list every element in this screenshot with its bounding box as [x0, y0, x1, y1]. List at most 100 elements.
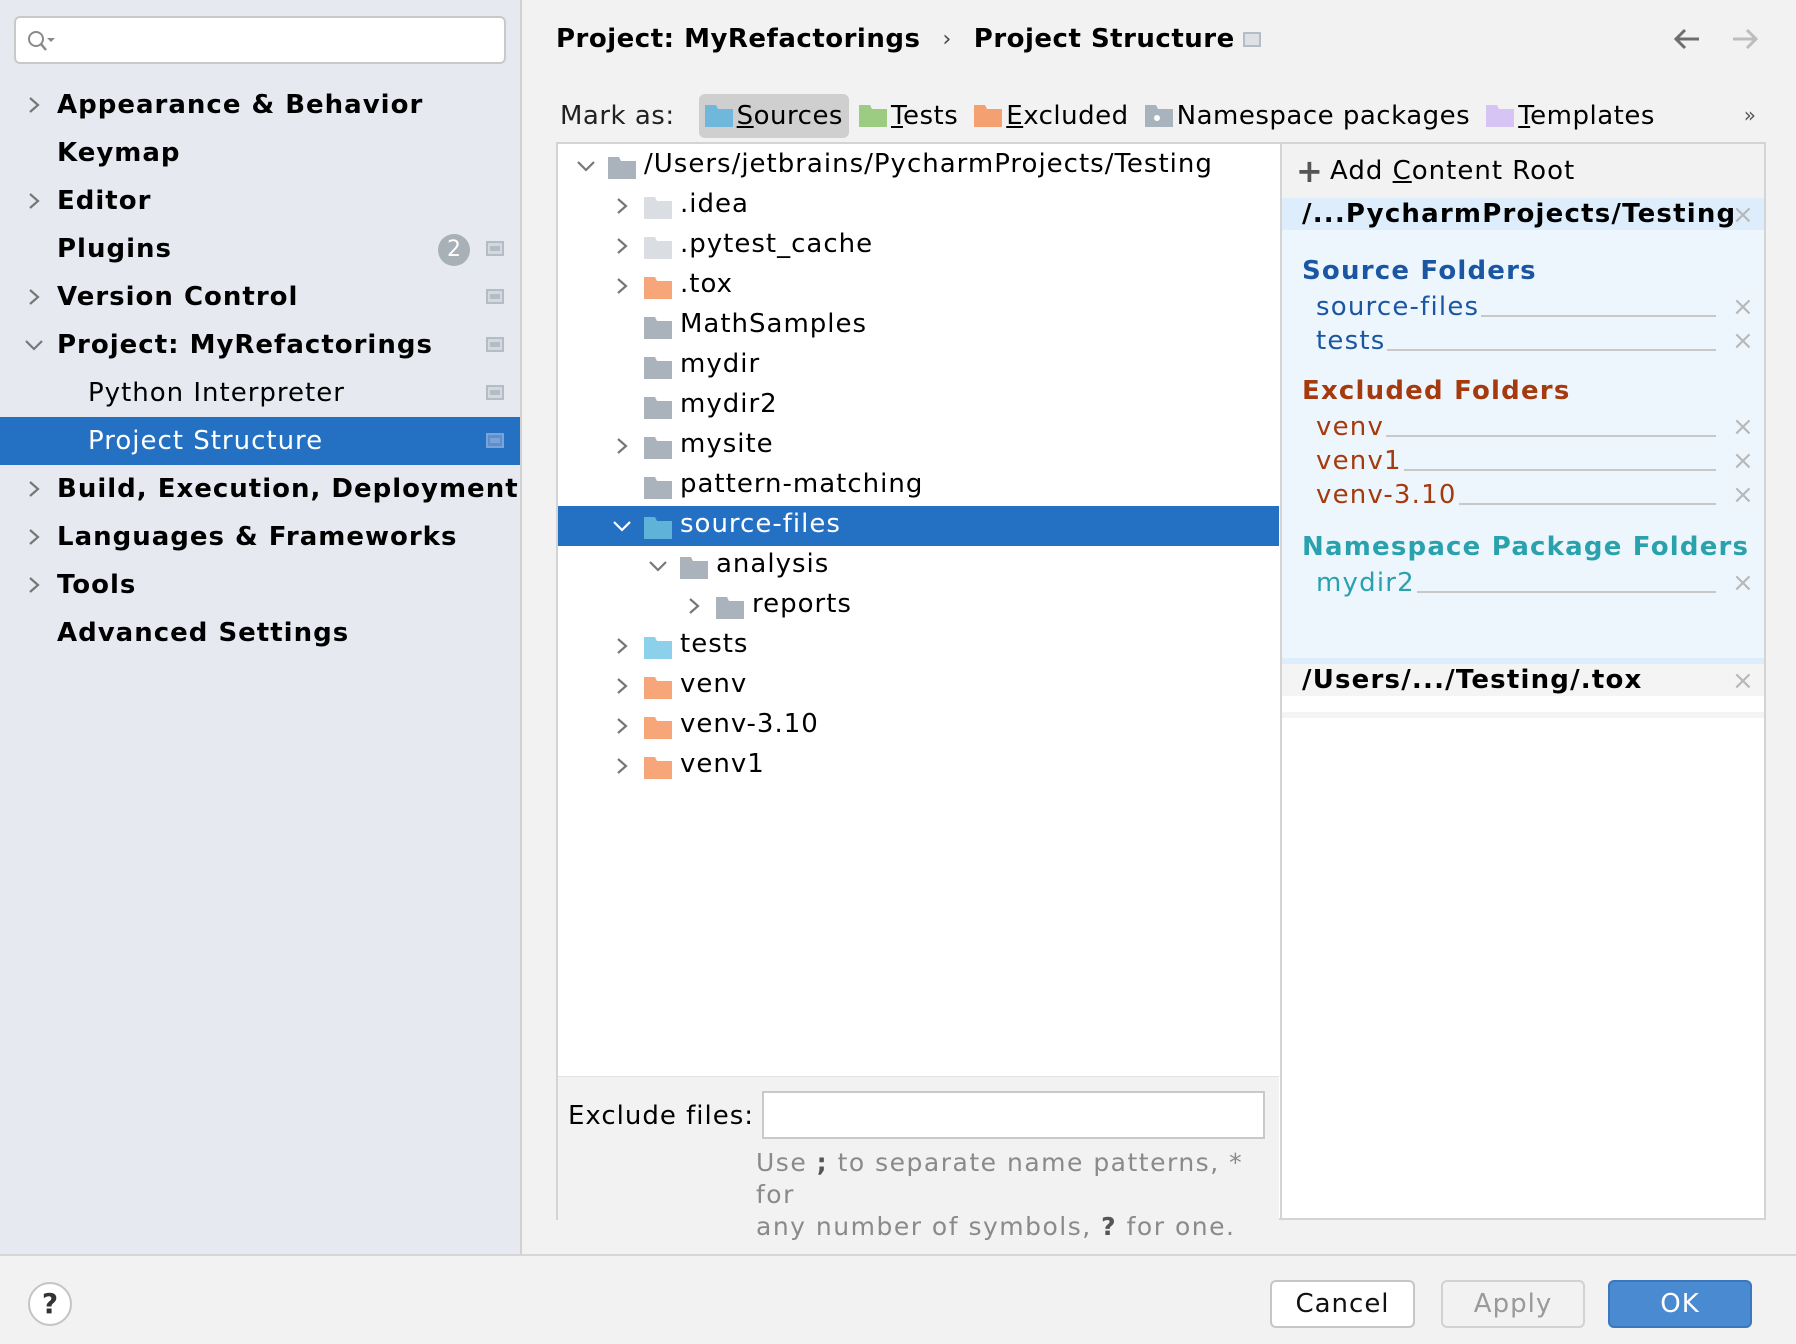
- leader-line: [1386, 435, 1716, 437]
- ok-button[interactable]: OK: [1608, 1280, 1752, 1328]
- mark-as-templates-button[interactable]: Templates: [1480, 94, 1661, 138]
- help-button[interactable]: ?: [28, 1282, 72, 1326]
- sidebar-item-tools[interactable]: Tools: [0, 561, 520, 609]
- forward-button[interactable]: [1730, 24, 1760, 61]
- add-content-root-button[interactable]: + Add Content Root: [1282, 144, 1764, 198]
- chevron-down-icon[interactable]: [24, 333, 44, 357]
- settings-search-input[interactable]: [14, 16, 506, 64]
- chevron-down-icon[interactable]: [576, 154, 596, 178]
- chevron-right-icon[interactable]: [612, 234, 632, 258]
- chevron-right-icon[interactable]: [612, 714, 632, 738]
- more-options-icon[interactable]: »: [1744, 103, 1756, 127]
- sidebar-item-editor[interactable]: Editor: [0, 177, 520, 225]
- remove-folder-icon[interactable]: ×: [1732, 482, 1754, 508]
- mark-as-sources-button[interactable]: Sources: [698, 94, 849, 138]
- breadcrumb-project[interactable]: Project: MyRefactorings: [556, 24, 920, 54]
- chevron-right-icon[interactable]: [24, 93, 44, 117]
- back-button[interactable]: [1672, 24, 1702, 61]
- remove-folder-icon[interactable]: ×: [1732, 294, 1754, 320]
- sidebar-item-plugins[interactable]: Plugins 2: [0, 225, 520, 273]
- chevron-right-icon[interactable]: [24, 477, 44, 501]
- excluded-folder-entry[interactable]: venv: [1316, 410, 1716, 442]
- chevron-right-icon[interactable]: [612, 674, 632, 698]
- sidebar-item-label: Appearance & Behavior: [57, 90, 424, 120]
- folder-icon: [644, 396, 672, 419]
- remove-folder-icon[interactable]: ×: [1732, 414, 1754, 440]
- add-content-root-label: Add Content Root: [1330, 156, 1576, 186]
- tree-row-venv-3-10[interactable]: venv-3.10: [558, 706, 1279, 746]
- sidebar-item-project-structure[interactable]: Project Structure: [0, 417, 520, 465]
- chevron-down-icon[interactable]: [612, 514, 632, 538]
- remove-content-root-icon[interactable]: ×: [1732, 668, 1754, 694]
- remove-folder-icon[interactable]: ×: [1732, 570, 1754, 596]
- tree-row-mysite[interactable]: mysite: [558, 426, 1279, 466]
- tree-row-venv[interactable]: venv: [558, 666, 1279, 706]
- mark-as-excluded-button[interactable]: Excluded: [968, 94, 1134, 138]
- sidebar-item-build-execution-deployment[interactable]: Build, Execution, Deployment: [0, 465, 520, 513]
- apply-button[interactable]: Apply: [1441, 1280, 1585, 1328]
- mark-as-tests-button[interactable]: Tests: [853, 94, 964, 138]
- project-level-icon: [486, 289, 504, 304]
- chevron-right-icon[interactable]: [612, 274, 632, 298]
- source-folder-entry[interactable]: tests: [1316, 324, 1716, 356]
- folder-icon: [1144, 105, 1173, 127]
- mark-as-label: Namespace packages: [1176, 101, 1471, 131]
- folder-entry-label: venv: [1316, 412, 1385, 442]
- breadcrumb-separator: ›: [942, 26, 952, 52]
- folder-icon: [974, 105, 1003, 127]
- chevron-right-icon[interactable]: [24, 285, 44, 309]
- folder-entry-label: mydir2: [1316, 568, 1415, 598]
- folder-icon: [644, 356, 672, 379]
- tree-row-pattern-matching[interactable]: pattern-matching: [558, 466, 1279, 506]
- tree-row-mydir[interactable]: mydir: [558, 346, 1279, 386]
- excluded-folder-entry[interactable]: venv-3.10: [1316, 478, 1716, 510]
- project-tree: /Users/jetbrains/PycharmProjects/Testing…: [556, 142, 1281, 1241]
- chevron-right-icon[interactable]: [24, 525, 44, 549]
- tree-row-mathsamples[interactable]: MathSamples: [558, 306, 1279, 346]
- exclude-files-input[interactable]: [762, 1091, 1265, 1139]
- namespace-folder-entry[interactable]: mydir2: [1316, 566, 1716, 598]
- folder-icon: [680, 556, 708, 579]
- sidebar-item-project-myrefactorings[interactable]: Project: MyRefactorings: [0, 321, 520, 369]
- chevron-right-icon[interactable]: [612, 434, 632, 458]
- sidebar-item-advanced-settings[interactable]: Advanced Settings: [0, 609, 520, 657]
- tree-row-reports[interactable]: reports: [558, 586, 1279, 626]
- tree-row-label: MathSamples: [680, 309, 868, 339]
- excluded-folder-entry[interactable]: venv1: [1316, 444, 1716, 476]
- dialog-footer: ? Cancel Apply OK: [0, 1254, 1796, 1344]
- tree-row-analysis[interactable]: analysis: [558, 546, 1279, 586]
- remove-folder-icon[interactable]: ×: [1732, 448, 1754, 474]
- tree-row-tox[interactable]: .tox: [558, 266, 1279, 306]
- content-root-tox[interactable]: /Users/.../Testing/.tox ×: [1282, 664, 1764, 696]
- tree-row-mydir2[interactable]: mydir2: [558, 386, 1279, 426]
- sidebar-item-languages-frameworks[interactable]: Languages & Frameworks: [0, 513, 520, 561]
- chevron-down-icon[interactable]: [648, 554, 668, 578]
- sidebar-item-version-control[interactable]: Version Control: [0, 273, 520, 321]
- chevron-right-icon[interactable]: [24, 189, 44, 213]
- project-level-icon: [486, 241, 504, 256]
- content-root-testing[interactable]: /...PycharmProjects/Testing × Source Fol…: [1282, 198, 1764, 658]
- remove-content-root-icon[interactable]: ×: [1732, 202, 1754, 228]
- tree-row-source-files[interactable]: source-files: [558, 506, 1279, 546]
- folder-icon: [608, 156, 636, 179]
- tree-row-idea[interactable]: .idea: [558, 186, 1279, 226]
- tree-row-label: mydir2: [680, 389, 778, 419]
- folder-icon: [644, 196, 672, 219]
- tree-row-pytest-cache[interactable]: .pytest_cache: [558, 226, 1279, 266]
- mark-as-namespace-packages-button[interactable]: Namespace packages: [1139, 94, 1477, 138]
- sidebar-item-python-interpreter[interactable]: Python Interpreter: [0, 369, 520, 417]
- cancel-button[interactable]: Cancel: [1270, 1280, 1415, 1328]
- sidebar-item-appearance-behavior[interactable]: Appearance & Behavior: [0, 81, 520, 129]
- chevron-right-icon[interactable]: [612, 634, 632, 658]
- tree-row-venv1[interactable]: venv1: [558, 746, 1279, 786]
- remove-folder-icon[interactable]: ×: [1732, 328, 1754, 354]
- source-folder-entry[interactable]: source-files: [1316, 290, 1716, 322]
- sidebar-item-keymap[interactable]: Keymap: [0, 129, 520, 177]
- tree-row-users-jetbrains-pycharmprojects-testing[interactable]: /Users/jetbrains/PycharmProjects/Testing: [558, 146, 1279, 186]
- chevron-right-icon[interactable]: [612, 754, 632, 778]
- chevron-right-icon[interactable]: [612, 194, 632, 218]
- chevron-right-icon[interactable]: [24, 573, 44, 597]
- chevron-right-icon[interactable]: [684, 594, 704, 618]
- tree-row-tests[interactable]: tests: [558, 626, 1279, 666]
- sidebar-item-label: Plugins: [57, 234, 172, 264]
